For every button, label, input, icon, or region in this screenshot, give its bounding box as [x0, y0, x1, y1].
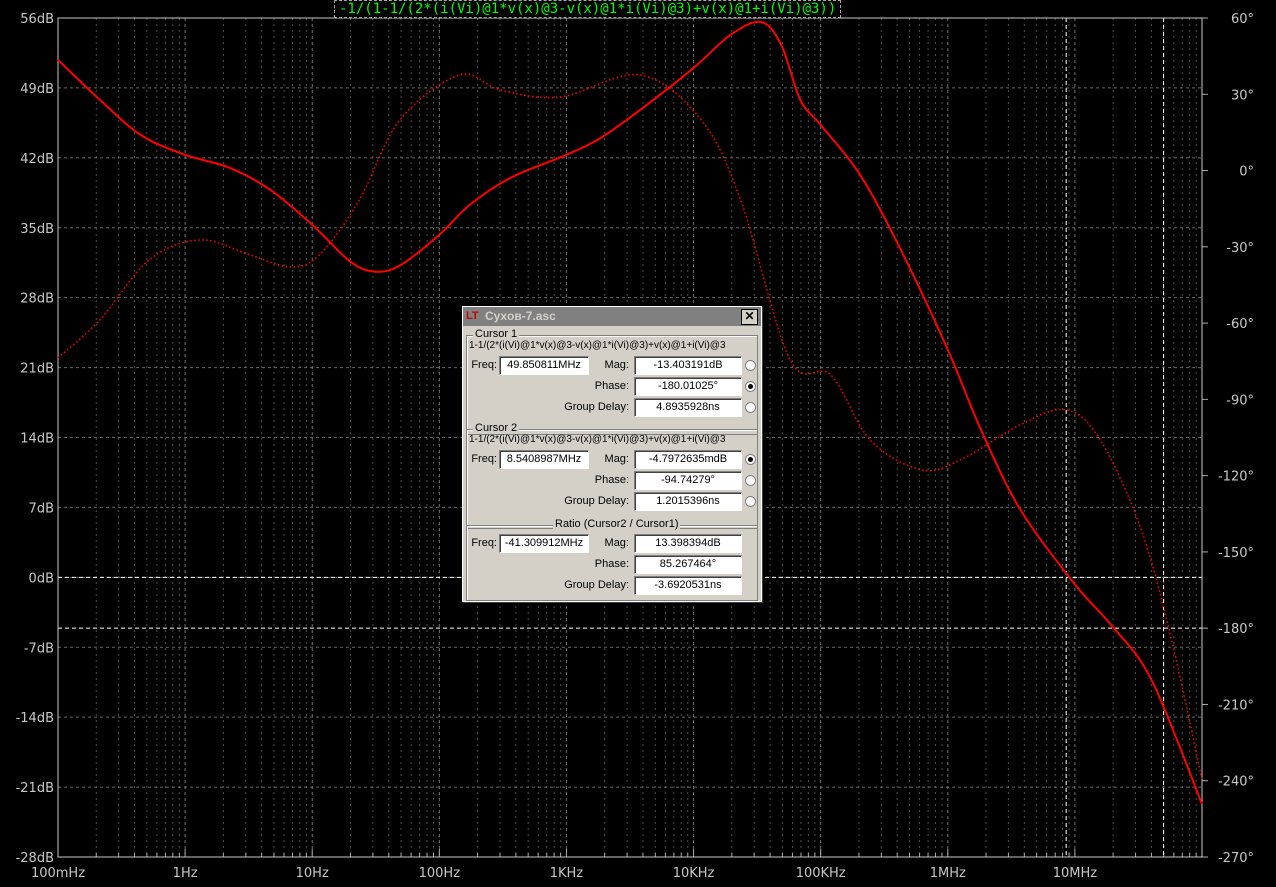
- group-delay-field[interactable]: 4.8935928ns: [634, 398, 742, 417]
- mag-radio[interactable]: [745, 360, 756, 371]
- freq-field[interactable]: -41.309912MHz: [499, 534, 589, 553]
- freq-label: Freq:: [471, 359, 497, 371]
- y-tick-label: -7dB: [24, 641, 54, 656]
- phase-field[interactable]: 85.267464°: [634, 555, 742, 574]
- x-tick-label: 10Hz: [296, 866, 329, 881]
- mag-field[interactable]: -4.7972635mdB: [634, 450, 742, 469]
- phase-radio[interactable]: [745, 475, 756, 486]
- freq-field[interactable]: 8.5408987MHz: [499, 450, 589, 469]
- y2-tick-label: -30°: [1226, 241, 1254, 256]
- x-tick-label: 100KHz: [796, 866, 846, 881]
- phase-field[interactable]: -180.01025°: [634, 377, 742, 396]
- group-cursor2: Cursor 2 1-1/(2*(i(Vi)@1*v(x)@3-v(x)@1*i(…: [466, 422, 758, 529]
- x-tick-label: 100mHz: [31, 866, 85, 881]
- y2-tick-label: 60°: [1231, 12, 1254, 27]
- x-tick-label: 1Hz: [173, 866, 198, 881]
- y-tick-label: -21dB: [16, 781, 54, 796]
- mag-radio[interactable]: [745, 454, 756, 465]
- x-tick-label: 10MHz: [1053, 866, 1098, 881]
- freq-label: Freq:: [471, 453, 497, 465]
- group-ratio: Ratio (Cursor2 / Cursor1) Freq: -41.30991…: [466, 518, 758, 601]
- y-tick-label: 35dB: [20, 222, 54, 237]
- y2-tick-label: 0°: [1239, 165, 1254, 180]
- y2-tick-label: -150°: [1218, 546, 1254, 561]
- close-button[interactable]: ✕: [741, 309, 758, 325]
- x-tick-label: 100Hz: [419, 866, 461, 881]
- cursor-expression: 1-1/(2*(i(Vi)@1*v(x)@3-v(x)@1*i(Vi)@3)+v…: [469, 340, 725, 351]
- y-tick-label: 0dB: [29, 571, 54, 586]
- y-tick-label: 42dB: [20, 152, 54, 167]
- group-delay-label: Group Delay:: [564, 401, 629, 413]
- y-tick-label: -28dB: [16, 851, 54, 866]
- trace-expression-label[interactable]: -1/(1-1/(2*(i(Vi)@1*v(x)@3-v(x)@1*i(Vi)@…: [334, 0, 842, 18]
- group-delay-field[interactable]: 1.2015396ns: [634, 492, 742, 511]
- y2-tick-label: -240°: [1218, 775, 1254, 790]
- group-cursor1: Cursor 1 1-1/(2*(i(Vi)@1*v(x)@3-v(x)@1*i(…: [466, 328, 758, 435]
- y-tick-label: 49dB: [20, 82, 54, 97]
- y2-tick-label: -210°: [1218, 698, 1254, 713]
- y-tick-label: 14dB: [20, 432, 54, 447]
- group-legend: Cursor 1: [473, 328, 520, 340]
- y2-tick-label: -270°: [1218, 851, 1254, 866]
- y2-tick-label: -90°: [1226, 393, 1254, 408]
- mag-label: Mag:: [604, 537, 629, 549]
- group-delay-label: Group Delay:: [564, 495, 629, 507]
- group-delay-radio[interactable]: [745, 402, 756, 413]
- y-tick-label: 7dB: [29, 501, 54, 516]
- y-tick-label: -14dB: [16, 711, 54, 726]
- group-delay-radio[interactable]: [745, 496, 756, 507]
- cursor-expression: 1-1/(2*(i(Vi)@1*v(x)@3-v(x)@1*i(Vi)@3)+v…: [469, 434, 725, 445]
- phase-label: Phase:: [594, 474, 629, 486]
- group-legend: Cursor 2: [473, 422, 520, 434]
- y-tick-label: 28dB: [20, 292, 54, 307]
- phase-field[interactable]: -94.74279°: [634, 471, 742, 490]
- phase-label: Phase:: [594, 380, 629, 392]
- mag-label: Mag:: [604, 453, 629, 465]
- y2-tick-label: -60°: [1226, 317, 1254, 332]
- mag-field[interactable]: 13.398394dB: [634, 534, 742, 553]
- y-tick-label: 21dB: [20, 362, 54, 377]
- mag-label: Mag:: [604, 359, 629, 371]
- phase-label: Phase:: [594, 558, 629, 570]
- phase-radio[interactable]: [745, 381, 756, 392]
- freq-label: Freq:: [471, 537, 497, 549]
- y-tick-label: 56dB: [20, 12, 54, 27]
- y2-tick-label: -120°: [1218, 470, 1254, 485]
- x-tick-label: 1MHz: [930, 866, 966, 881]
- dialog-titlebar[interactable]: LT Cyxов-7.asc ✕: [463, 307, 761, 326]
- x-tick-label: 10KHz: [673, 866, 715, 881]
- freq-field[interactable]: 49.850811MHz: [499, 356, 589, 375]
- dialog-title: Cyxов-7.asc: [485, 309, 556, 323]
- group-delay-label: Group Delay:: [564, 579, 629, 591]
- ltspice-logo-icon: LT: [466, 310, 479, 322]
- y2-tick-label: -180°: [1218, 622, 1254, 637]
- group-delay-field[interactable]: -3.6920531ns: [634, 576, 742, 595]
- group-legend: Ratio (Cursor2 / Cursor1): [553, 518, 681, 530]
- mag-field[interactable]: -13.403191dB: [634, 356, 742, 375]
- cursor-dialog: LT Cyxов-7.asc ✕ Cursor 1 1-1/(2*(i(Vi)@1…: [462, 306, 762, 602]
- y2-tick-label: 30°: [1231, 88, 1254, 103]
- x-tick-label: 1KHz: [550, 866, 584, 881]
